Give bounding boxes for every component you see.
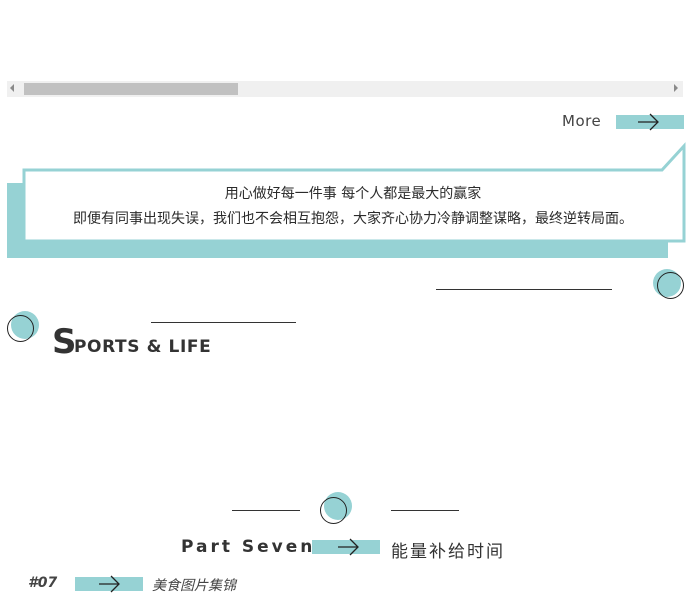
- part-arrow-tag: [312, 538, 380, 556]
- divider-line: [232, 510, 300, 511]
- callout-line-2: 即便有同事出现失误，我们也不会相互抱怨，大家齐心协力冷静调整谋略，最终逆转局面。: [73, 211, 633, 227]
- divider-line: [151, 322, 296, 323]
- arrow-right-icon: [338, 538, 359, 556]
- decor-circle-ring: [320, 497, 347, 524]
- section-number: #07: [28, 575, 58, 591]
- decor-circle-ring: [657, 272, 684, 299]
- section-heading: PORTS & LIFE: [74, 337, 212, 357]
- arrow-right-icon: [99, 575, 120, 593]
- divider-line: [391, 510, 459, 511]
- part-label: Part Seven: [181, 537, 316, 557]
- section-heading-initial: S: [52, 322, 77, 362]
- decor-circle-ring: [7, 315, 34, 342]
- divider-line: [436, 289, 612, 290]
- callout-line-1: 用心做好每一件事 每个人都是最大的赢家: [224, 186, 482, 202]
- footer-arrow-tag: [75, 575, 143, 593]
- footer-title: 美食图片集锦: [152, 578, 236, 594]
- part-title: 能量补给时间: [391, 542, 505, 562]
